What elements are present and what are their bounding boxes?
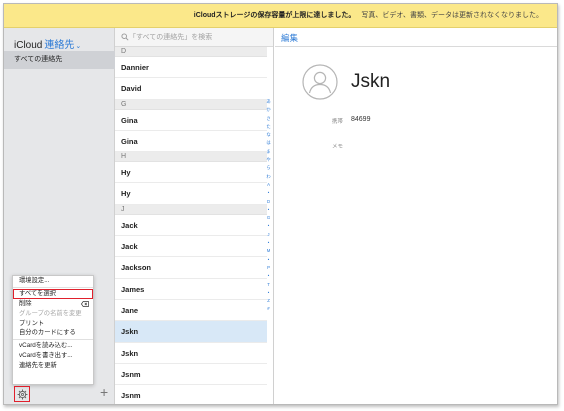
contact-detail-pane: 編集 Jskn 携帯 84699 メモ bbox=[275, 28, 557, 404]
alphabet-index[interactable]: あかさたなはまやらわ A • D • G • J • M • P • T • Z # bbox=[265, 98, 272, 314]
contact-row[interactable]: Dannier bbox=[115, 57, 267, 79]
contact-row[interactable]: Jack bbox=[115, 236, 267, 258]
index-letter[interactable]: • bbox=[265, 222, 272, 230]
index-letter[interactable]: J bbox=[265, 231, 272, 239]
index-letter[interactable]: • bbox=[265, 256, 272, 264]
banner-extra: 写真、ビデオ、書類、データは更新されなくなりました。 bbox=[361, 12, 543, 19]
search-input[interactable] bbox=[129, 32, 267, 43]
index-letter[interactable]: P bbox=[265, 264, 272, 272]
section-header: J bbox=[115, 204, 267, 215]
contact-row[interactable]: Jane bbox=[115, 300, 267, 322]
field-value-mobile: 84699 bbox=[351, 116, 371, 123]
avatar-icon bbox=[302, 64, 338, 100]
index-letter[interactable]: • bbox=[265, 289, 272, 297]
index-letter[interactable]: あ bbox=[265, 98, 272, 106]
index-letter[interactable]: な bbox=[265, 131, 272, 139]
index-letter[interactable]: か bbox=[265, 106, 272, 114]
contact-row[interactable]: David bbox=[115, 78, 267, 100]
search-icon bbox=[121, 33, 129, 41]
index-letter[interactable]: • bbox=[265, 239, 272, 247]
delete-key-icon bbox=[81, 300, 89, 307]
chevron-down-icon: ⌄ bbox=[75, 43, 82, 50]
search-bar bbox=[115, 28, 273, 47]
index-letter[interactable]: • bbox=[265, 272, 272, 280]
contact-row-selected[interactable]: Jskn bbox=[115, 321, 267, 343]
contact-row[interactable]: Gina bbox=[115, 131, 267, 153]
contact-row[interactable]: Hy bbox=[115, 162, 267, 184]
menu-item-refresh-contacts[interactable]: 連絡先を更新 bbox=[13, 361, 93, 371]
contact-row[interactable]: Jskn bbox=[115, 343, 267, 364]
menu-item-import-vcard[interactable]: vCardを読み込む... bbox=[13, 341, 93, 351]
field-label-memo: メモ bbox=[332, 144, 344, 150]
menu-item-rename-group: グループの名前を変更 bbox=[19, 309, 82, 317]
app-window: iCloudストレージの保存容量が上限に達しました。 写真、ビデオ、書類、データは… bbox=[3, 3, 558, 405]
app-title[interactable]: iCloud 連絡先⌄ bbox=[14, 36, 81, 51]
section-header: G bbox=[115, 99, 267, 110]
settings-gear-button[interactable] bbox=[14, 386, 30, 402]
menu-item-export-vcard[interactable]: vCardを書き出す... bbox=[13, 351, 93, 361]
index-letter[interactable]: M bbox=[265, 247, 272, 255]
contact-row[interactable]: Hy bbox=[115, 183, 267, 205]
contact-list-pane: D Dannier David G Gina Gina H Hy Hy J Ja… bbox=[115, 28, 274, 404]
index-letter[interactable]: Z bbox=[265, 297, 272, 305]
menu-divider bbox=[13, 286, 93, 288]
section-header: H bbox=[115, 152, 267, 163]
field-label-mobile: 携帯 bbox=[332, 119, 344, 125]
contact-row[interactable]: Jsnm bbox=[115, 385, 267, 404]
index-letter[interactable]: • bbox=[265, 206, 272, 214]
index-letter[interactable]: A bbox=[265, 181, 272, 189]
index-letter[interactable]: G bbox=[265, 214, 272, 222]
add-contact-button[interactable]: + bbox=[100, 385, 108, 399]
edit-button[interactable]: 編集 bbox=[281, 32, 298, 44]
contact-row[interactable]: Jack bbox=[115, 215, 267, 237]
sidebar: iCloud 連絡先⌄ すべての連絡先 環境設定... すべてを選択 削除 グルー… bbox=[4, 28, 115, 404]
menu-divider bbox=[13, 339, 93, 341]
contact-name: Jskn bbox=[351, 71, 391, 92]
group-all-contacts[interactable]: すべての連絡先 bbox=[4, 51, 115, 69]
index-letter[interactable]: # bbox=[265, 305, 272, 313]
menu-item-delete[interactable]: 削除 bbox=[13, 299, 93, 309]
menu-item-preferences[interactable]: 環境設定... bbox=[13, 276, 93, 286]
menu-item-select-all[interactable]: すべてを選択 bbox=[13, 288, 93, 299]
contact-row[interactable]: James bbox=[115, 279, 267, 300]
index-letter[interactable]: は bbox=[265, 139, 272, 147]
index-letter[interactable]: さ bbox=[265, 115, 272, 123]
storage-warning-banner: iCloudストレージの保存容量が上限に達しました。 写真、ビデオ、書類、データは… bbox=[4, 4, 557, 28]
index-letter[interactable]: D bbox=[265, 198, 272, 206]
detail-toolbar: 編集 bbox=[275, 28, 557, 47]
menu-item-delete-label: 削除 bbox=[19, 299, 32, 307]
app-section-label: 連絡先 bbox=[44, 40, 75, 51]
brand-label: iCloud bbox=[14, 40, 43, 51]
index-letter[interactable]: た bbox=[265, 123, 272, 131]
contact-row[interactable]: Jsnm bbox=[115, 364, 267, 386]
contact-row[interactable]: Gina bbox=[115, 110, 267, 131]
banner-message: iCloudストレージの保存容量が上限に達しました。 bbox=[193, 12, 356, 19]
index-letter[interactable]: ら bbox=[265, 164, 272, 172]
contact-rows: D Dannier David G Gina Gina H Hy Hy J Ja… bbox=[115, 47, 267, 404]
menu-item-make-my-card[interactable]: 自分のカードにする bbox=[13, 328, 93, 338]
section-header: D bbox=[115, 47, 267, 57]
contact-row[interactable]: Jackson bbox=[115, 257, 267, 279]
gear-icon bbox=[17, 389, 27, 399]
index-letter[interactable]: や bbox=[265, 156, 272, 164]
index-letter[interactable]: T bbox=[265, 281, 272, 289]
index-letter[interactable]: わ bbox=[265, 173, 272, 181]
index-letter[interactable]: ま bbox=[265, 148, 272, 156]
index-letter[interactable]: • bbox=[265, 189, 272, 197]
menu-item-print[interactable]: プリント bbox=[13, 319, 93, 329]
settings-menu: 環境設定... すべてを選択 削除 グループの名前を変更 プリント 自分のカード… bbox=[12, 275, 94, 385]
